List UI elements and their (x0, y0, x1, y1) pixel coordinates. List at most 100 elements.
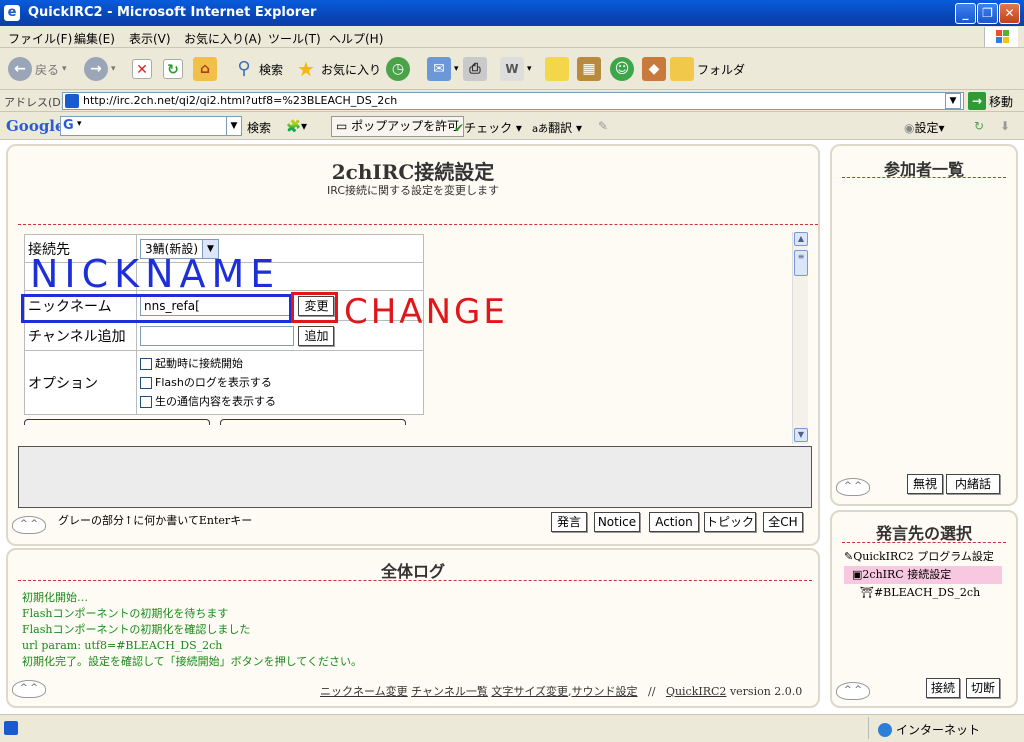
stop-button[interactable]: ✕ (132, 56, 152, 82)
menu-favorites[interactable]: お気に入り(A) (184, 30, 262, 47)
back-button[interactable]: ← 戻る ▾ (8, 56, 67, 82)
connect-button[interactable]: 接続 (926, 678, 960, 698)
option-flash-log[interactable]: Flashのログを表示する (140, 373, 420, 392)
maximize-button[interactable]: ❐ (977, 3, 998, 24)
ignore-button[interactable]: 無視 (907, 474, 943, 494)
link-quickirc2[interactable]: QuickIRC2 (666, 685, 727, 698)
option-label: 生の通信内容を表示する (155, 395, 276, 408)
topic-button[interactable]: トピック (704, 512, 756, 532)
pencil-icon[interactable]: ✎ (598, 119, 608, 133)
message-input[interactable] (18, 446, 812, 508)
favorites-button[interactable]: ★ お気に入り (294, 56, 381, 82)
zone-label: インターネット (896, 723, 981, 737)
annotation-box-change (291, 292, 338, 323)
link-font-size[interactable]: 文字サイズ変更 (491, 685, 568, 698)
history-icon: ◷ (386, 57, 410, 81)
action-button[interactable]: Action (649, 512, 699, 532)
target-item-channel[interactable]: ⛩#BLEACH_DS_2ch (844, 584, 1002, 602)
target-item-program-settings[interactable]: ✎QuickIRC2 プログラム設定 (844, 548, 1002, 566)
scroll-up-icon[interactable]: ▲ (794, 232, 808, 246)
refresh-button[interactable]: ↻ (163, 56, 183, 82)
channel-add-button[interactable]: 追加 (298, 325, 335, 346)
target-item-label: 2chIRC 接続設定 (862, 568, 952, 581)
target-item-label: QuickIRC2 プログラム設定 (853, 550, 994, 563)
log-panel: 全体ログ 初期化開始… Flashコンポーネントの初期化を待ちます Flashコ… (6, 548, 820, 708)
google-dropdown[interactable]: ▼ (226, 116, 242, 136)
channel-input[interactable] (140, 325, 294, 346)
refresh-google-icon[interactable]: ↻ (974, 119, 984, 133)
spellcheck-button[interactable]: ✔チェック ▾ (454, 119, 522, 136)
status-bar: インターネット (0, 714, 1024, 742)
link-channel-list[interactable]: チャンネル一覧 (411, 685, 488, 698)
settings-button[interactable]: ◉設定▾ (904, 119, 945, 136)
home-button[interactable]: ⌂ (193, 56, 217, 82)
chevron-down-icon: ▾ (454, 64, 459, 74)
checkbox[interactable] (140, 396, 152, 408)
footer-separator: // (648, 685, 656, 698)
option-label: 起動時に接続開始 (155, 357, 243, 370)
forward-button[interactable]: → ▾ (84, 56, 116, 82)
pencil-icon: ✎ (844, 550, 854, 563)
option-autoconnect[interactable]: 起動時に接続開始 (140, 354, 420, 373)
star-icon: ★ (297, 57, 315, 81)
chevron-down-icon: ▾ (527, 64, 532, 74)
face-icon: ^ ^ (12, 680, 46, 698)
folder-icon (670, 57, 694, 81)
google-search-input[interactable]: G ▾ (60, 116, 242, 136)
edit-button[interactable]: W ▾ (500, 56, 532, 82)
face-icon: ^ ^ (836, 682, 870, 700)
options-label: オプション (24, 350, 137, 415)
print-button[interactable]: ⎙ (463, 56, 487, 82)
search-button[interactable]: ⚲ 検索 (232, 56, 283, 82)
go-label: 移動 (989, 94, 1014, 109)
say-button[interactable]: 発言 (551, 512, 587, 532)
folder-button[interactable]: フォルダ (670, 56, 745, 82)
minimize-button[interactable]: _ (955, 3, 976, 24)
tools-button[interactable]: ◆ (642, 56, 666, 82)
log-title: 全体ログ (380, 562, 445, 581)
print-icon: ⎙ (463, 57, 487, 81)
address-input[interactable]: http://irc.2ch.net/qi2/qi2.html?utf8=%23… (62, 92, 964, 110)
close-button[interactable]: ✕ (999, 3, 1020, 24)
whisper-button[interactable]: 内緒話 (946, 474, 1000, 494)
history-button[interactable]: ◷ (386, 56, 410, 82)
back-label: 戻る (35, 62, 60, 77)
notice-button[interactable]: Notice (594, 512, 640, 532)
google-extra-button[interactable]: 🧩▾ (286, 119, 307, 133)
menu-file[interactable]: ファイル(F) (8, 30, 72, 47)
discuss-button[interactable] (545, 56, 569, 82)
link-nick-change[interactable]: ニックネーム変更 (320, 685, 408, 698)
menu-help[interactable]: ヘルプ(H) (329, 30, 383, 47)
forward-arrow-icon: → (84, 57, 108, 81)
chevron-down-icon[interactable]: ▼ (945, 93, 961, 109)
checkbox[interactable] (140, 377, 152, 389)
folder-label: フォルダ (697, 62, 746, 77)
ie-icon: e (4, 5, 20, 21)
target-item-connect-settings[interactable]: ▣2chIRC 接続設定 (844, 566, 1002, 584)
chevron-down-icon: ▾ (77, 119, 82, 129)
menu-edit[interactable]: 編集(E) (74, 30, 115, 47)
scroll-down-icon[interactable]: ▼ (794, 428, 808, 442)
download-icon[interactable]: ⬇ (1000, 119, 1010, 133)
all-channels-button[interactable]: 全CH (763, 512, 803, 532)
research-button[interactable]: ▦ (577, 56, 601, 82)
go-button[interactable]: → 移動 (968, 92, 1013, 110)
option-raw-log[interactable]: 生の通信内容を表示する (140, 392, 420, 411)
translate-button[interactable]: aあ翻訳 ▾ (532, 119, 582, 136)
menu-view[interactable]: 表示(V) (129, 30, 171, 47)
checkbox[interactable] (140, 358, 152, 370)
menu-tools[interactable]: ツール(T) (268, 30, 321, 47)
popup-allow-button[interactable]: ▭ ポップアップを許可 (331, 116, 465, 137)
log-line: url param: utf8=#BLEACH_DS_2ch (22, 639, 223, 652)
link-sound-settings[interactable]: サウンド設定 (572, 685, 638, 698)
disconnect-button[interactable]: 切断 (966, 678, 1000, 698)
members-list[interactable] (842, 186, 1006, 466)
settings-scrollbar[interactable]: ▲ ≡ ▼ (792, 232, 808, 444)
google-g-icon: G (63, 118, 74, 133)
scroll-thumb[interactable]: ≡ (794, 250, 808, 276)
google-search-button[interactable]: 検索 (247, 119, 271, 136)
divider (18, 224, 818, 225)
log-lines: 初期化開始… Flashコンポーネントの初期化を待ちます Flashコンポーネン… (22, 590, 362, 670)
mail-button[interactable]: ✉ ▾ (427, 56, 459, 82)
messenger-button[interactable]: ☺ (610, 56, 634, 82)
